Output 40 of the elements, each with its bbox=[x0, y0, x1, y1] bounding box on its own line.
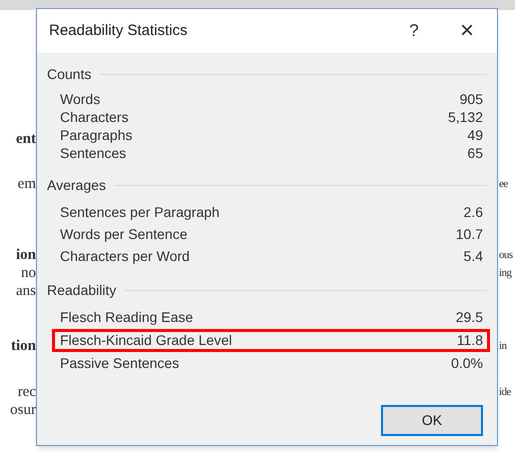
stat-value: 2.6 bbox=[464, 202, 483, 222]
stat-value: 0.0% bbox=[451, 354, 483, 373]
document-text: tion bbox=[10, 337, 36, 355]
document-text: ans bbox=[16, 282, 36, 300]
document-text: ing bbox=[499, 266, 512, 281]
stat-label: Passive Sentences bbox=[60, 354, 180, 373]
stat-label: Words per Sentence bbox=[60, 224, 188, 244]
document-text: ion bbox=[16, 246, 36, 264]
stat-value: 65 bbox=[467, 144, 483, 162]
section-heading: Averages bbox=[47, 176, 107, 195]
stat-label: Flesch-Kincaid Grade Level bbox=[60, 331, 232, 350]
section-heading: Readability bbox=[47, 280, 118, 300]
document-text: osur bbox=[10, 401, 36, 419]
ok-button[interactable]: OK bbox=[381, 405, 483, 436]
stat-label: Characters per Word bbox=[60, 246, 190, 266]
stat-label: Paragraphs bbox=[60, 126, 132, 145]
stat-value: 49 bbox=[467, 126, 483, 144]
stat-value: 905 bbox=[460, 90, 483, 108]
document-text: ent bbox=[16, 130, 36, 148]
stat-label: Sentences bbox=[60, 144, 126, 162]
document-text: em bbox=[18, 175, 36, 193]
document-text: in bbox=[499, 339, 506, 354]
stat-value: 10.7 bbox=[456, 224, 483, 244]
help-button[interactable]: ? bbox=[399, 18, 429, 44]
document-text: rec bbox=[18, 383, 36, 401]
stat-value: 11.8 bbox=[456, 331, 483, 350]
window-title: Readability Statistics bbox=[49, 20, 188, 41]
stat-label: Sentences per Paragraph bbox=[60, 202, 220, 222]
section-heading: Counts bbox=[47, 64, 92, 84]
stat-value: 5.4 bbox=[464, 246, 483, 266]
document-text: ee bbox=[499, 177, 508, 192]
document-text: ous bbox=[499, 248, 512, 263]
stat-value: 29.5 bbox=[456, 308, 483, 327]
stat-label: Words bbox=[60, 90, 100, 108]
close-button[interactable]: × bbox=[455, 19, 479, 43]
stat-label: Characters bbox=[60, 108, 128, 126]
stat-label: Flesch Reading Ease bbox=[60, 308, 194, 327]
document-text: no bbox=[21, 264, 36, 282]
document-text: ide bbox=[499, 385, 511, 400]
stat-value: 5,132 bbox=[448, 108, 483, 126]
